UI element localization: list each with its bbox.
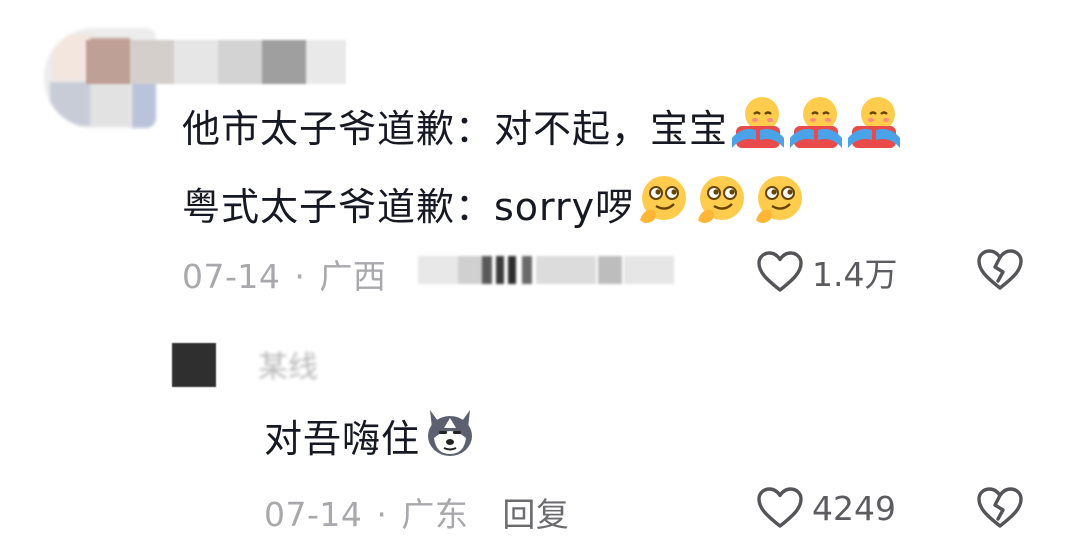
reply-like-button[interactable]: 4249 [756, 486, 896, 530]
commenter-username[interactable] [86, 40, 346, 84]
reply-text: 对吾嗨住 [264, 404, 480, 474]
hug-emoji [732, 97, 785, 148]
heart-icon [757, 487, 803, 528]
hug-emoji [790, 97, 843, 148]
comment-location: 广西 [319, 257, 387, 296]
broken-heart-icon [977, 249, 1023, 290]
comment-date: 07-14 [182, 257, 281, 296]
reply-location: 广东 [401, 495, 469, 534]
reply-username-text: 某线 [258, 350, 318, 385]
meta-separator: · [376, 495, 388, 534]
comment-line-2-text: 粤式太子爷道歉：sorry啰 [182, 185, 635, 229]
reply-avatar[interactable] [172, 343, 216, 387]
dislike-button[interactable] [976, 248, 1024, 296]
hug-emoji-row [730, 94, 904, 164]
smirk-emoji [698, 176, 745, 223]
comment-line-2: 粤式太子爷道歉：sorry啰 [182, 172, 810, 242]
reply-text-content: 对吾嗨住 [264, 417, 421, 461]
reply-meta: 07-14 · 广东 回复 [264, 488, 569, 536]
husky-emoji [428, 410, 473, 456]
reply-username[interactable]: 某线 [258, 342, 318, 386]
reply-button[interactable]: 回复 [502, 495, 569, 534]
reply-dislike-button[interactable] [976, 486, 1024, 534]
comment-meta: 07-14 · 广西 [182, 250, 386, 298]
blurred-reply-area [418, 252, 678, 288]
husky-emoji-wrap [422, 404, 480, 474]
reply-date: 07-14 [264, 495, 363, 534]
heart-icon [757, 251, 803, 292]
broken-heart-icon [977, 487, 1023, 528]
meta-separator: · [294, 257, 306, 296]
smirk-emoji-row [636, 172, 810, 242]
smirk-emoji [756, 176, 803, 223]
smirk-emoji [640, 176, 687, 223]
comment-line-1: 他市太子爷道歉：对不起，宝宝 [182, 94, 904, 164]
hug-emoji [848, 97, 901, 148]
reply-like-count: 4249 [812, 488, 896, 528]
like-button[interactable]: 1.4万 [756, 248, 897, 296]
comment-line-1-text: 他市太子爷道歉：对不起，宝宝 [182, 107, 729, 151]
like-count: 1.4万 [812, 255, 898, 294]
